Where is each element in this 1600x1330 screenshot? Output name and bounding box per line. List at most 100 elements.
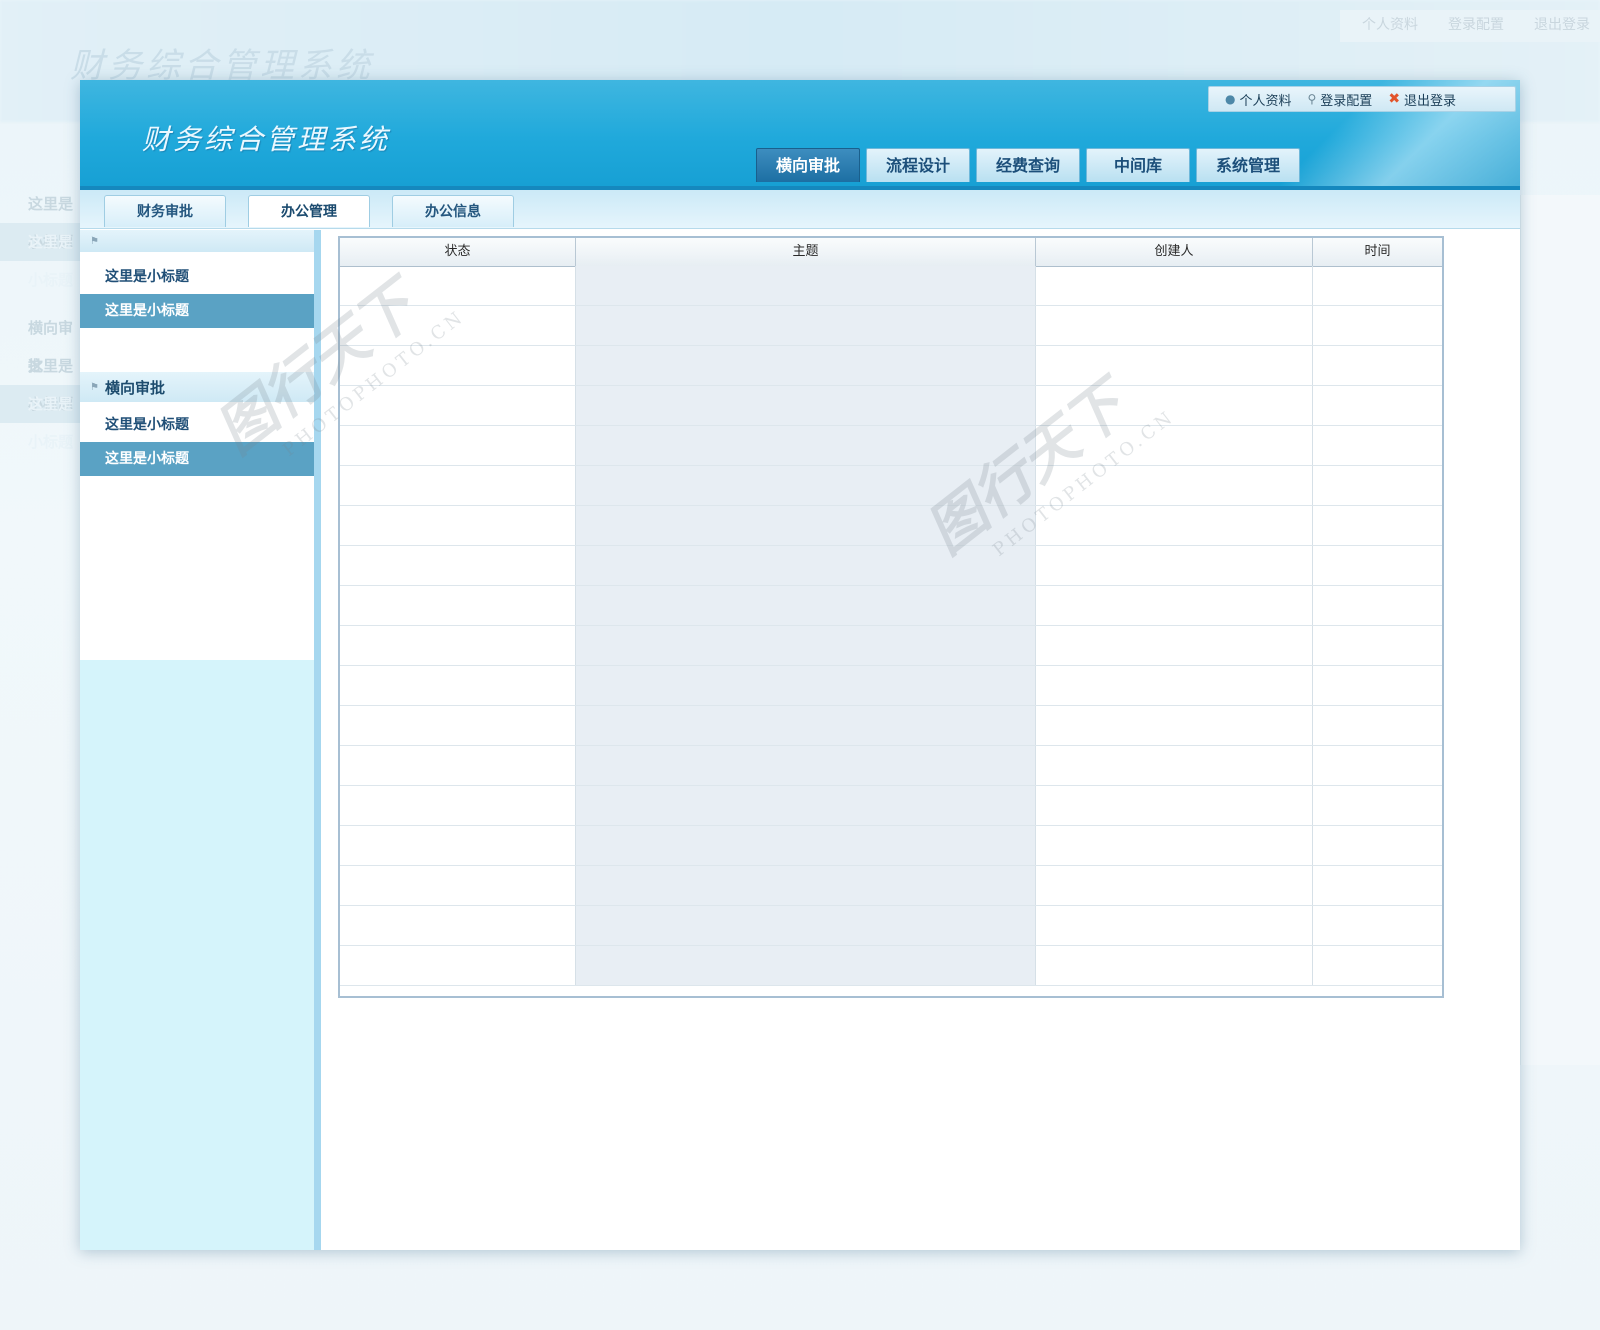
table-cell [576,746,1036,785]
tab-middleware[interactable]: 中间库 [1086,148,1190,182]
sub-nav-bar: 财务审批 办公管理 办公信息 [80,190,1520,229]
column-header-subject[interactable]: 主题 [576,238,1036,266]
grid-body [340,266,1442,996]
table-row[interactable] [340,586,1442,626]
table-row[interactable] [340,266,1442,306]
table-cell [576,906,1036,945]
table-cell [1313,586,1442,625]
sidebar-item-selected[interactable]: 这里是小标题 [80,294,314,328]
table-cell [340,386,576,425]
tab-system-management[interactable]: 系统管理 [1196,148,1300,182]
table-cell [1036,746,1313,785]
table-cell [1313,706,1442,745]
table-cell [340,786,576,825]
table-row[interactable] [340,866,1442,906]
table-cell [340,906,576,945]
table-cell [340,346,576,385]
table-cell [576,386,1036,425]
table-cell [1036,826,1313,865]
table-row[interactable] [340,546,1442,586]
table-row[interactable] [340,386,1442,426]
table-cell [340,466,576,505]
app-window: 财务综合管理系统 ● 个人资料 ⚲ 登录配置 ✖ 退出登录 横向审批 流程设计 … [80,80,1520,1250]
table-cell [576,466,1036,505]
column-header-creator[interactable]: 创建人 [1036,238,1313,266]
table-cell [1313,946,1442,985]
data-grid: 状态 主题 创建人 时间 [338,236,1444,998]
table-cell [1036,386,1313,425]
subtab-office-info[interactable]: 办公信息 [392,195,514,227]
table-cell [1313,346,1442,385]
sidebar: ⚑ 这里是小标题 这里是小标题 ⚑ 横向审批 这里是小标题 这里是小标题 [80,230,321,1250]
background-sidebar: 这里是小标题 这里是小标题 横向审批 这里是小标题 这里是小标题 [0,185,80,1325]
tab-expense-query[interactable]: 经费查询 [976,148,1080,182]
table-row[interactable] [340,946,1442,986]
table-cell [340,306,576,345]
sidebar-item[interactable]: 这里是小标题 [80,260,314,294]
table-cell [1036,426,1313,465]
table-row[interactable] [340,746,1442,786]
profile-link[interactable]: ● 个人资料 [1225,90,1292,109]
table-cell [340,866,576,905]
column-header-status[interactable]: 状态 [340,238,576,266]
column-header-time[interactable]: 时间 [1313,238,1442,266]
table-cell [1313,786,1442,825]
table-cell [340,266,576,305]
table-cell [340,706,576,745]
sub-nav: 财务审批 办公管理 办公信息 [104,195,514,227]
sidebar-group-title: 横向审批 [104,378,165,397]
table-cell [1036,866,1313,905]
user-icon: ● [1225,92,1236,106]
table-row[interactable] [340,426,1442,466]
table-cell [1036,786,1313,825]
table-cell [576,586,1036,625]
table-cell [576,306,1036,345]
sidebar-item-selected[interactable]: 这里是小标题 [80,442,314,476]
sidebar-fill [80,660,314,1250]
sidebar-item[interactable]: 这里是小标题 [80,408,314,442]
logout-link[interactable]: ✖ 退出登录 [1388,90,1456,109]
table-cell [1313,306,1442,345]
table-row[interactable] [340,346,1442,386]
table-cell [1313,666,1442,705]
table-cell [576,426,1036,465]
table-row[interactable] [340,706,1442,746]
table-row[interactable] [340,906,1442,946]
subtab-finance-approval[interactable]: 财务审批 [104,195,226,227]
table-row[interactable] [340,786,1442,826]
table-cell [1036,506,1313,545]
table-cell [340,946,576,985]
table-row[interactable] [340,506,1442,546]
profile-link-label: 个人资料 [1239,93,1292,109]
table-cell [1313,906,1442,945]
table-cell [340,826,576,865]
sidebar-group-header[interactable]: ⚑ [80,230,314,252]
login-config-link[interactable]: ⚲ 登录配置 [1308,90,1373,109]
table-row[interactable] [340,826,1442,866]
sidebar-group-header-approval[interactable]: ⚑ 横向审批 [80,372,314,402]
tab-horizontal-approval[interactable]: 横向审批 [756,148,860,182]
table-row[interactable] [340,306,1442,346]
table-cell [576,546,1036,585]
table-cell [1313,466,1442,505]
table-cell [1313,386,1442,425]
table-cell [1036,306,1313,345]
table-cell [576,826,1036,865]
table-row[interactable] [340,466,1442,506]
flag-icon: ⚑ [90,381,99,393]
table-cell [576,346,1036,385]
table-cell [340,426,576,465]
tab-process-design[interactable]: 流程设计 [866,148,970,182]
table-row[interactable] [340,666,1442,706]
app-title: 财务综合管理系统 [142,123,391,156]
table-cell [340,746,576,785]
table-cell [1036,906,1313,945]
background-panel [1520,195,1600,1065]
header-banner: 财务综合管理系统 ● 个人资料 ⚲ 登录配置 ✖ 退出登录 横向审批 流程设计 … [80,80,1520,190]
table-row[interactable] [340,626,1442,666]
table-cell [1313,746,1442,785]
table-cell [1036,706,1313,745]
table-cell [576,626,1036,665]
close-icon: ✖ [1388,91,1401,107]
subtab-office-management[interactable]: 办公管理 [248,195,370,227]
